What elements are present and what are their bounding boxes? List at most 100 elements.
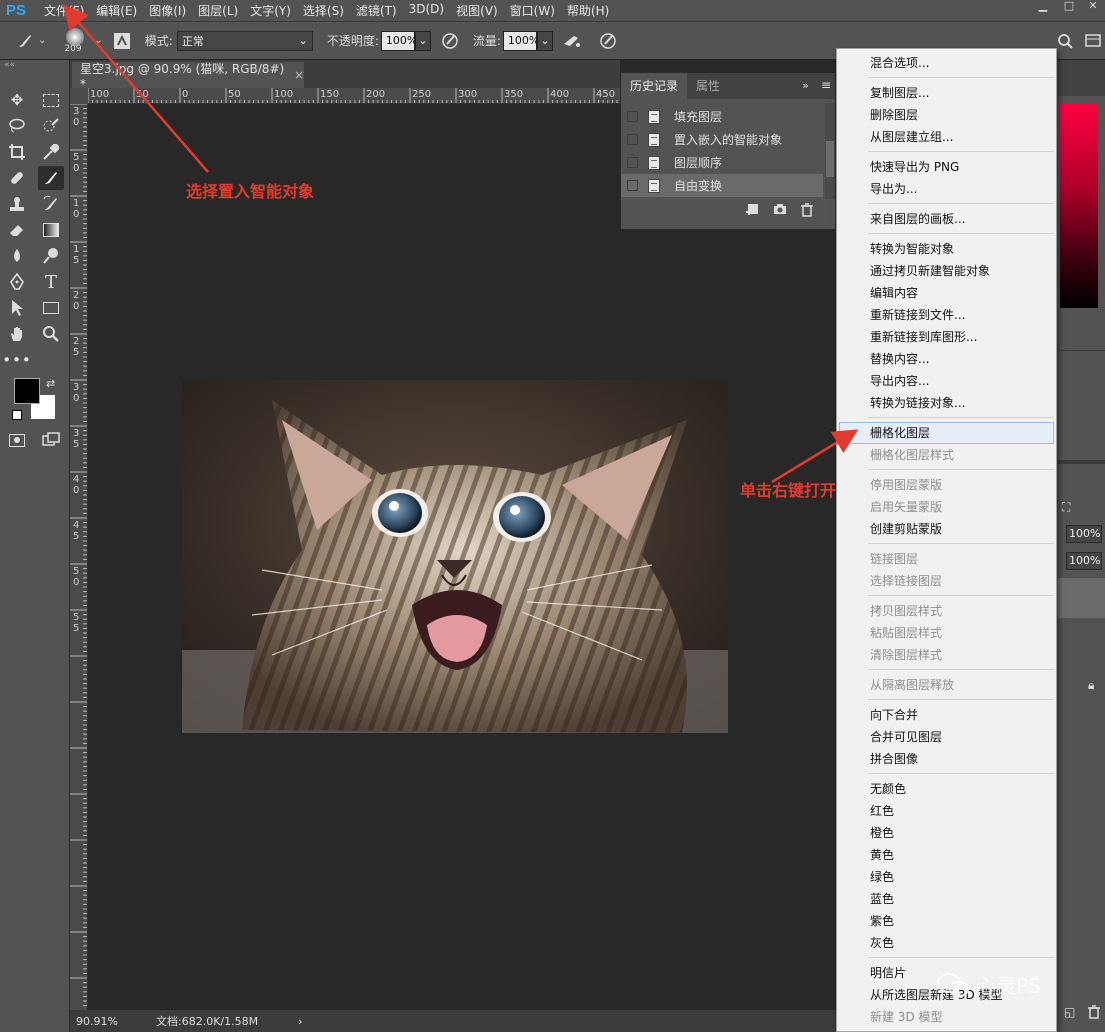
history-item[interactable]: 自由变换 bbox=[621, 174, 823, 197]
screen-mode-icon[interactable] bbox=[38, 428, 64, 452]
pen-tool-icon[interactable] bbox=[4, 270, 30, 294]
eraser-tool-icon[interactable] bbox=[4, 218, 30, 242]
path-selection-tool-icon[interactable] bbox=[4, 296, 30, 320]
chevron-down-icon[interactable]: ⌄ bbox=[38, 35, 46, 46]
chevron-down-icon[interactable]: ⌄ bbox=[536, 30, 553, 51]
history-source-checkbox[interactable] bbox=[627, 180, 638, 191]
crop-tool-icon[interactable] bbox=[4, 140, 30, 164]
airbrush-icon[interactable] bbox=[561, 30, 583, 52]
context-menu-item[interactable]: 橙色 bbox=[837, 822, 1056, 844]
brush-preset-picker[interactable]: 209 bbox=[60, 24, 94, 58]
history-source-checkbox[interactable] bbox=[627, 157, 638, 168]
context-menu-item[interactable]: 黄色 bbox=[837, 844, 1056, 866]
quick-mask-icon[interactable] bbox=[4, 428, 30, 452]
context-menu-item[interactable]: 灰色 bbox=[837, 932, 1056, 954]
history-brush-tool-icon[interactable] bbox=[38, 192, 64, 216]
marquee-tool-icon[interactable] bbox=[38, 88, 64, 112]
color-picker-field[interactable] bbox=[1060, 104, 1098, 308]
move-tool-icon[interactable]: ✥ bbox=[4, 88, 30, 112]
context-menu-item[interactable]: 删除图层 bbox=[837, 104, 1056, 126]
lock-icon[interactable]: 🔒︎ bbox=[1088, 678, 1094, 693]
workspace-icon[interactable] bbox=[1082, 30, 1104, 52]
zoom-level[interactable]: 90.91% bbox=[76, 1015, 156, 1028]
transform-icon[interactable]: ⛶ bbox=[1062, 500, 1070, 515]
context-menu-item[interactable]: 来自图层的画板... bbox=[837, 208, 1056, 230]
close-tab-icon[interactable]: × bbox=[294, 68, 304, 82]
menu-item-3[interactable]: 图层(L) bbox=[192, 2, 244, 19]
history-source-checkbox[interactable] bbox=[627, 111, 638, 122]
pressure-opacity-icon[interactable] bbox=[439, 30, 461, 52]
context-menu-item[interactable]: 栅格化图层 bbox=[839, 422, 1054, 444]
layer-opacity-input[interactable]: 100% bbox=[1066, 525, 1102, 543]
healing-brush-tool-icon[interactable] bbox=[4, 166, 30, 190]
mode-select[interactable]: 正常 ⌄ bbox=[176, 30, 313, 51]
layer-fill-input[interactable]: 100% bbox=[1066, 552, 1102, 570]
panel-menu-icon[interactable]: ≡ bbox=[821, 78, 831, 92]
opacity-input[interactable]: 100% bbox=[380, 30, 417, 51]
context-menu-item[interactable]: 导出为... bbox=[837, 178, 1056, 200]
more-tools-icon[interactable]: ••• bbox=[2, 348, 31, 372]
history-item[interactable]: 图层顺序 bbox=[621, 151, 823, 174]
history-source-checkbox[interactable] bbox=[627, 134, 638, 145]
context-menu-item[interactable]: 红色 bbox=[837, 800, 1056, 822]
kitten-photo[interactable] bbox=[182, 380, 728, 733]
menu-item-6[interactable]: 滤镜(T) bbox=[350, 2, 403, 19]
search-icon[interactable] bbox=[1054, 30, 1076, 52]
menu-item-4[interactable]: 文字(Y) bbox=[244, 2, 297, 19]
context-menu-item[interactable]: 蓝色 bbox=[837, 888, 1056, 910]
context-menu-item[interactable]: 合并可见图层 bbox=[837, 726, 1056, 748]
context-menu-item[interactable]: 紫色 bbox=[837, 910, 1056, 932]
menu-item-10[interactable]: 帮助(H) bbox=[561, 2, 615, 19]
chevron-down-icon[interactable]: ⌄ bbox=[94, 35, 102, 46]
context-menu-item[interactable]: 复制图层... bbox=[837, 82, 1056, 104]
context-menu-item[interactable]: 转换为智能对象 bbox=[837, 238, 1056, 260]
context-menu-item[interactable]: 创建剪贴蒙版 bbox=[837, 518, 1056, 540]
history-scrollbar[interactable] bbox=[825, 103, 835, 199]
quick-selection-tool-icon[interactable] bbox=[38, 114, 64, 138]
collapse-toolbox-icon[interactable]: «« bbox=[4, 60, 15, 70]
minimize-icon[interactable]: ▁ bbox=[1032, 0, 1054, 14]
flow-input[interactable]: 100% bbox=[502, 30, 539, 51]
pressure-size-icon[interactable] bbox=[597, 30, 619, 52]
hand-tool-icon[interactable] bbox=[4, 322, 30, 346]
expand-panel-icon[interactable]: » bbox=[802, 79, 809, 92]
gradient-tool-icon[interactable] bbox=[38, 218, 64, 242]
chevron-down-icon[interactable]: ⌄ bbox=[414, 30, 431, 51]
dodge-tool-icon[interactable] bbox=[38, 244, 64, 268]
context-menu-item[interactable]: 转换为链接对象... bbox=[837, 392, 1056, 414]
context-menu-item[interactable]: 重新链接到库图形... bbox=[837, 326, 1056, 348]
context-menu-item[interactable]: 绿色 bbox=[837, 866, 1056, 888]
eyedropper-tool-icon[interactable] bbox=[38, 140, 64, 164]
context-menu-item[interactable]: 重新链接到文件... bbox=[837, 304, 1056, 326]
menu-item-5[interactable]: 选择(S) bbox=[297, 2, 350, 19]
delete-layer-icon[interactable] bbox=[1088, 1005, 1100, 1022]
history-item[interactable]: 置入嵌入的智能对象 bbox=[621, 128, 823, 151]
brush-tool-icon[interactable] bbox=[38, 166, 64, 190]
default-colors-icon[interactable] bbox=[12, 410, 22, 420]
menu-item-7[interactable]: 3D(D) bbox=[403, 2, 450, 19]
history-item[interactable]: 填充图层 bbox=[621, 105, 823, 128]
menu-item-8[interactable]: 视图(V) bbox=[450, 2, 504, 19]
menu-item-9[interactable]: 窗口(W) bbox=[504, 2, 561, 19]
trash-icon[interactable] bbox=[801, 203, 813, 221]
context-menu-item[interactable]: 通过拷贝新建智能对象 bbox=[837, 260, 1056, 282]
menu-item-0[interactable]: 文件(F) bbox=[38, 2, 90, 19]
lasso-tool-icon[interactable] bbox=[4, 114, 30, 138]
clone-stamp-tool-icon[interactable] bbox=[4, 192, 30, 216]
swap-colors-icon[interactable]: ⇄ bbox=[46, 377, 55, 390]
context-menu-item[interactable]: 无颜色 bbox=[837, 778, 1056, 800]
zoom-tool-icon[interactable] bbox=[38, 322, 64, 346]
selected-layer-row[interactable] bbox=[1057, 578, 1105, 618]
context-menu-item[interactable]: 替换内容... bbox=[837, 348, 1056, 370]
context-menu-item[interactable]: 快速导出为 PNG bbox=[837, 156, 1056, 178]
context-menu-item[interactable]: 向下合并 bbox=[837, 704, 1056, 726]
type-tool-icon[interactable]: T bbox=[38, 270, 64, 294]
brush-settings-icon[interactable] bbox=[111, 30, 133, 52]
camera-icon[interactable] bbox=[773, 203, 787, 221]
context-menu-item[interactable]: 混合选项... bbox=[837, 52, 1056, 74]
new-document-from-state-icon[interactable] bbox=[745, 203, 759, 221]
context-menu-item[interactable]: 导出内容... bbox=[837, 370, 1056, 392]
document-tab[interactable]: 星空3.jpg @ 90.9% (猫咪, RGB/8#) * × bbox=[72, 62, 304, 91]
context-menu-item[interactable]: 编辑内容 bbox=[837, 282, 1056, 304]
brush-tool-icon[interactable] bbox=[14, 30, 36, 52]
